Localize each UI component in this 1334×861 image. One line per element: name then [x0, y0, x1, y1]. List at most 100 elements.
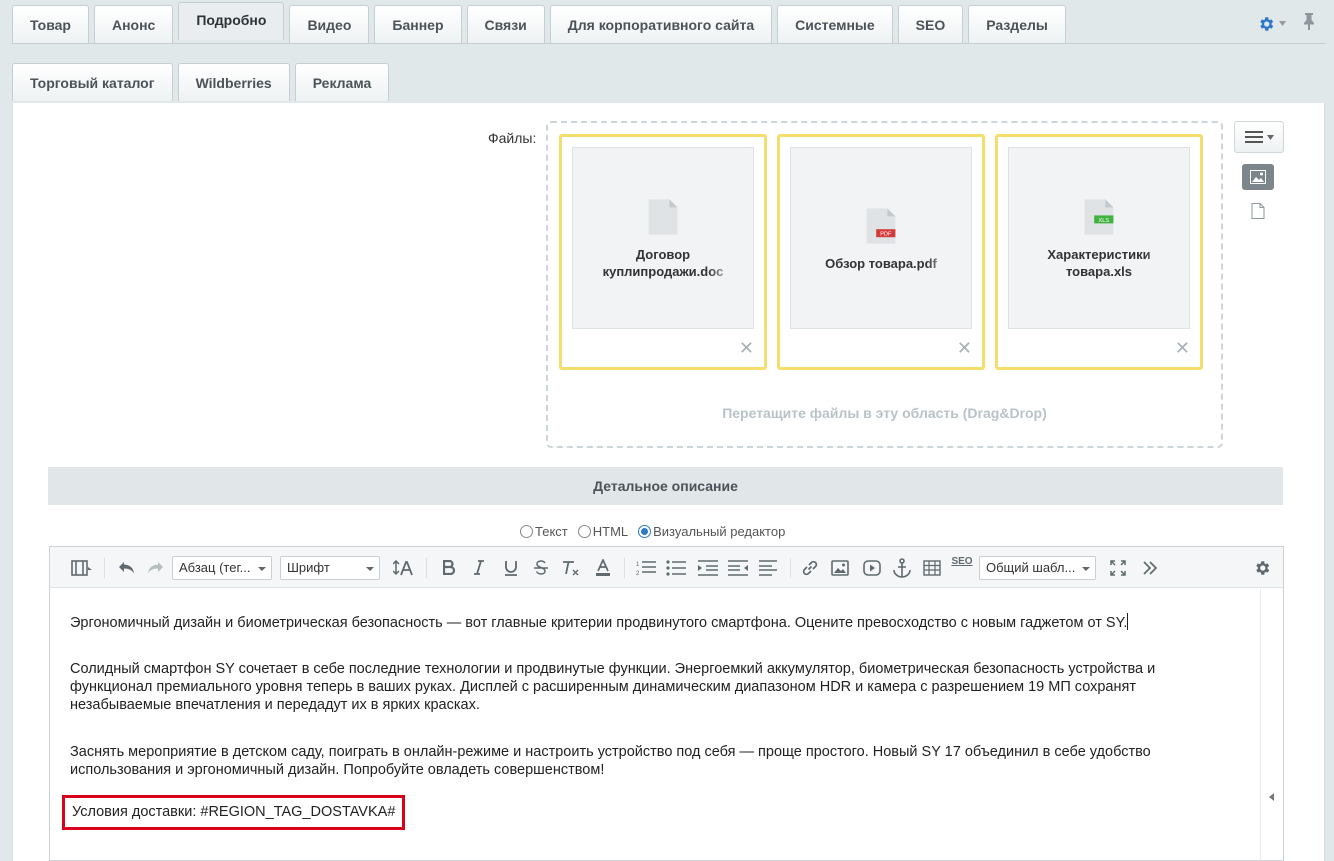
- mode-label: Визуальный редактор: [653, 524, 786, 539]
- mode-label: Текст: [535, 524, 568, 539]
- radio-icon[interactable]: [520, 525, 533, 538]
- tab-tabs_row2-0[interactable]: Торговый каталог: [12, 63, 173, 101]
- files-label: Файлы:: [488, 130, 537, 146]
- chevron-down-icon: [1279, 21, 1286, 26]
- mode-label: HTML: [592, 524, 629, 539]
- strikethrough-icon[interactable]: [528, 547, 554, 588]
- file-preview: PDF Обзор товара.pdf: [790, 147, 972, 329]
- file-card[interactable]: Договор куплипродажи.doc ✕: [559, 134, 767, 370]
- italic-icon[interactable]: [466, 547, 492, 588]
- tab-tabs_row1-2[interactable]: Подробно: [178, 2, 285, 40]
- tab-tabs_row1-4[interactable]: Баннер: [374, 5, 462, 43]
- doc-file-icon: [648, 199, 678, 235]
- anchor-icon[interactable]: [888, 547, 916, 588]
- paragraph-format-select[interactable]: Абзац (тег...: [172, 556, 272, 580]
- chevron-down-icon: [1266, 134, 1274, 140]
- editor-side-strip: [1260, 589, 1261, 861]
- tab-tools: [1257, 12, 1316, 35]
- radio-icon[interactable]: [577, 525, 591, 538]
- file-card[interactable]: PDF Обзор товара.pdf ✕: [777, 134, 985, 370]
- settings-gear-icon[interactable]: [1257, 15, 1286, 33]
- text-color-icon[interactable]: [590, 547, 616, 588]
- unordered-list-icon[interactable]: [662, 547, 690, 588]
- radio-icon[interactable]: [638, 525, 652, 538]
- tab-tabs_row2-2[interactable]: Реклама: [294, 63, 390, 101]
- file-icon: [1251, 203, 1265, 219]
- detail-description-header: Детальное описание: [48, 467, 1283, 505]
- remove-file-icon[interactable]: ✕: [1175, 339, 1190, 357]
- table-icon[interactable]: [918, 547, 946, 588]
- tab-tabs_row1-6[interactable]: Для корпоративного сайта: [549, 5, 773, 43]
- pin-icon[interactable]: [1302, 12, 1316, 35]
- mode-option[interactable]: Визуальный редактор: [638, 524, 785, 539]
- toolbar-separator: [790, 558, 791, 578]
- tabs-row-2: Торговый каталог Wildberries Реклама: [12, 63, 390, 101]
- tab-tabs_row1-3[interactable]: Видео: [289, 5, 370, 43]
- tabs-area: Товар Анонс Подробно Видео Баннер Связи Для ко…: [0, 0, 1334, 113]
- more-tools-icon[interactable]: [1136, 547, 1164, 588]
- image-view-button[interactable]: [1242, 164, 1274, 190]
- tab-tabs_row1-1[interactable]: Анонс: [93, 5, 174, 43]
- editor-settings-gear-icon[interactable]: [1248, 547, 1276, 588]
- font-select[interactable]: Шрифт: [280, 556, 380, 580]
- mode-option[interactable]: Текст: [520, 524, 568, 539]
- file-card[interactable]: XLS Характеристики товара.xls ✕: [995, 134, 1203, 370]
- undo-icon[interactable]: [114, 547, 140, 588]
- remove-file-icon[interactable]: ✕: [957, 339, 972, 357]
- editor-mode-selector: Текст HTML Визуальный редактор: [520, 524, 789, 539]
- file-name: Обзор товара.pdf: [825, 255, 937, 271]
- mode-option[interactable]: HTML: [577, 524, 629, 539]
- files-menu-button[interactable]: [1234, 121, 1284, 153]
- content-paragraph: Солидный смартфон SY сочетает в себе пос…: [70, 661, 1156, 713]
- collapse-arrow-icon[interactable]: [1269, 793, 1274, 801]
- align-icon[interactable]: [754, 547, 782, 588]
- image-icon: [1250, 170, 1266, 184]
- badge-text: XLS: [1099, 218, 1110, 224]
- editor-content[interactable]: Эргономичный дизайн и биометрическая без…: [70, 613, 1220, 808]
- tab-tabs_row1-5[interactable]: Связи: [466, 5, 545, 43]
- template-select[interactable]: Общий шабл...: [979, 556, 1096, 580]
- clear-format-icon[interactable]: [558, 547, 584, 588]
- fullscreen-icon[interactable]: [1104, 547, 1132, 588]
- badge-text: PDF: [880, 231, 892, 237]
- delivery-conditions-highlight: Условия доставки: #REGION_TAG_DOSTAVKA#: [62, 795, 406, 830]
- underline-icon[interactable]: [498, 547, 524, 588]
- tab-tabs_row1-9[interactable]: Разделы: [968, 5, 1066, 43]
- seo-label: SEO: [951, 556, 973, 567]
- editor-toolbar: Абзац (тег... Шрифт 12 SEO Общий шабл...: [50, 547, 1283, 588]
- insert-video-icon[interactable]: [858, 547, 886, 588]
- toggle-source-icon[interactable]: [64, 547, 98, 588]
- tab-tabs_row1-0[interactable]: Товар: [12, 5, 89, 43]
- file-view-button[interactable]: [1251, 203, 1265, 219]
- svg-text:2: 2: [636, 571, 640, 576]
- tab-tabs_row1-8[interactable]: SEO: [897, 5, 964, 43]
- visual-editor: Абзац (тег... Шрифт 12 SEO Общий шабл...…: [49, 546, 1284, 861]
- bold-icon[interactable]: [436, 547, 462, 588]
- indent-icon[interactable]: [694, 547, 722, 588]
- font-size-icon[interactable]: [390, 547, 418, 588]
- file-name: Характеристики товара.xls: [1047, 247, 1151, 279]
- xls-file-icon: XLS: [1084, 199, 1114, 235]
- link-icon[interactable]: [796, 547, 824, 588]
- content-paragraph: Заснять мероприятие в детском саду, поиг…: [70, 744, 1151, 778]
- tab-tabs_row2-1[interactable]: Wildberries: [177, 63, 290, 101]
- file-name: Договор куплипродажи.doc: [602, 247, 724, 279]
- toolbar-separator: [104, 558, 105, 578]
- tab-tabs_row1-7[interactable]: Системные: [777, 5, 893, 43]
- svg-text:1: 1: [636, 562, 640, 568]
- toolbar-separator: [624, 558, 625, 578]
- outdent-icon[interactable]: [724, 547, 752, 588]
- toolbar-separator: [426, 558, 427, 578]
- insert-image-icon[interactable]: [826, 547, 854, 588]
- file-preview: XLS Характеристики товара.xls: [1008, 147, 1190, 329]
- remove-file-icon[interactable]: ✕: [739, 339, 754, 357]
- redo-icon[interactable]: [142, 547, 168, 588]
- menu-icon: [1244, 131, 1263, 143]
- content-paragraph: Эргономичный дизайн и биометрическая без…: [70, 613, 1220, 632]
- paragraph-text: Эргономичный дизайн и биометрическая без…: [70, 615, 1128, 631]
- seo-icon[interactable]: SEO: [948, 547, 976, 588]
- tab-underline: [12, 43, 1326, 44]
- text-caret: [1127, 613, 1129, 630]
- ordered-list-icon[interactable]: 12: [632, 547, 660, 588]
- file-preview: Договор куплипродажи.doc: [572, 147, 754, 329]
